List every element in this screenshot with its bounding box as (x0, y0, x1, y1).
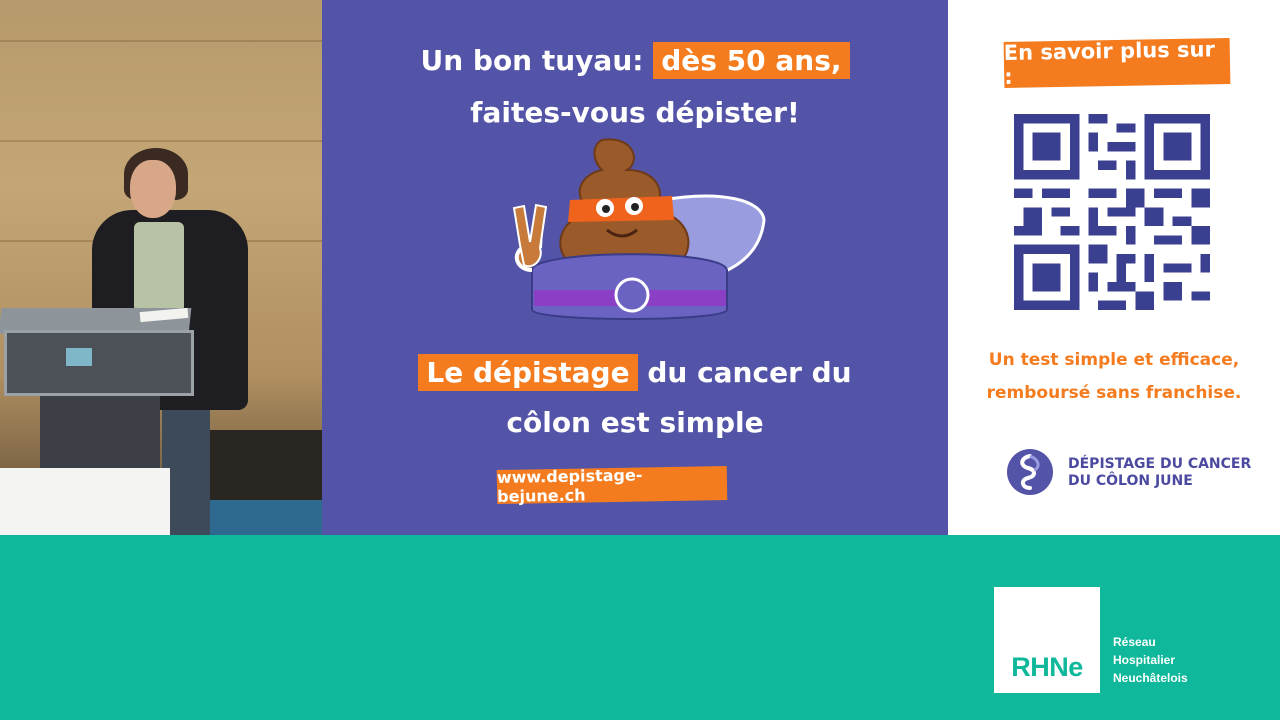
speaker-shirt (134, 222, 184, 312)
superhero-poop-mascot-icon (512, 138, 766, 320)
slide-subline-line1: Le dépistage du cancer du (322, 354, 948, 391)
logo-text-line1: DÉPISTAGE DU CANCER (1068, 456, 1252, 472)
subline-plain: du cancer du (637, 356, 852, 389)
info-title: En savoir plus sur : (1004, 37, 1231, 89)
white-object (0, 468, 170, 535)
slide-headline-line2: faites-vous dépister! (470, 96, 800, 129)
headline-plain: Un bon tuyau: (420, 44, 654, 77)
org-line-3: Neuchâtelois (1113, 671, 1188, 685)
logo-text: DÉPISTAGE DU CANCER DU CÔLON JUNE (1068, 456, 1268, 490)
presentation-slide: Un bon tuyau: dès 50 ans, faites-vous dé… (322, 0, 948, 535)
info-tagline-2: remboursé sans franchise. (986, 383, 1242, 403)
slide-subline-line2: côlon est simple (506, 406, 764, 439)
organization-name: Réseau Hospitalier Neuchâtelois (1113, 633, 1188, 687)
podium-panel (4, 330, 194, 396)
colon-logo-icon (1007, 449, 1053, 495)
footer-bar: RHNe Réseau Hospitalier Neuchâtelois (0, 535, 1280, 720)
table (210, 430, 322, 500)
headline-highlight: dès 50 ans, (653, 42, 850, 79)
speaker-video (0, 0, 322, 535)
info-panel: En savoir plus sur : Un test simple et e… (948, 0, 1280, 535)
org-line-2: Hospitalier (1113, 653, 1176, 667)
qr-code-icon[interactable] (1014, 114, 1210, 310)
org-line-1: Réseau (1113, 635, 1156, 649)
wall-line (0, 40, 322, 42)
website-url-badge[interactable]: www.depistage-bejune.ch (497, 465, 728, 506)
speaker-head (130, 160, 176, 218)
rhne-logo-label: RHNe (1011, 652, 1083, 682)
logo-text-line2: DU CÔLON JUNE (1068, 473, 1193, 489)
info-tagline-1: Un test simple et efficace, (988, 350, 1240, 370)
wall-line (0, 140, 322, 142)
slide-headline-line1: Un bon tuyau: dès 50 ans, (322, 42, 948, 79)
rhne-logo: RHNe (994, 587, 1100, 693)
podium-logo (66, 348, 92, 366)
subline-highlight: Le dépistage (418, 354, 638, 391)
seat (200, 500, 322, 535)
